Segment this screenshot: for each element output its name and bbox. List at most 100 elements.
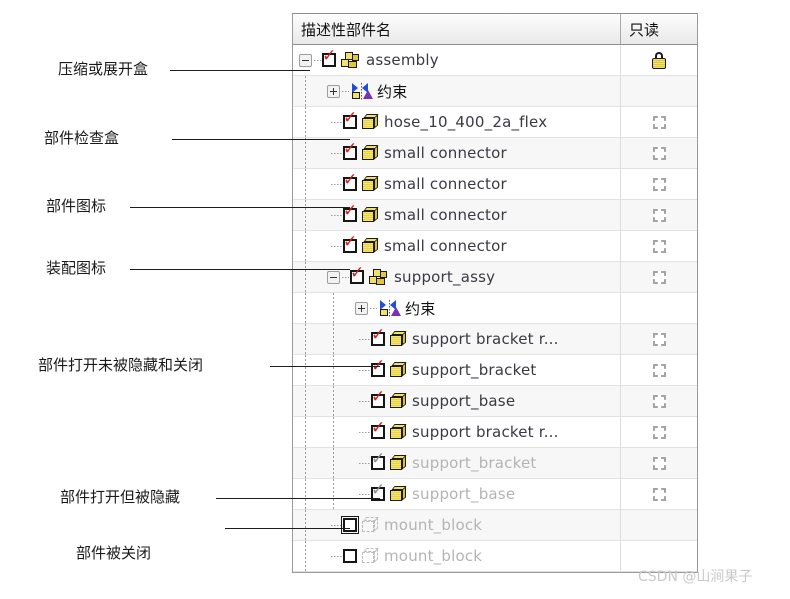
readonly-cell[interactable] bbox=[621, 262, 697, 292]
tree-node-cell[interactable]: ✓ small connector bbox=[293, 169, 621, 199]
tree-guide-line bbox=[305, 355, 306, 385]
table-row[interactable]: ✓ support_base bbox=[293, 479, 697, 510]
readonly-cell[interactable] bbox=[621, 169, 697, 199]
tree-guide-line bbox=[305, 76, 306, 106]
table-row[interactable]: ✓ hose_10_400_2a_flex bbox=[293, 107, 697, 138]
annotation-leader-extension-5 bbox=[292, 498, 380, 499]
table-row[interactable]: ✓ small connector bbox=[293, 169, 697, 200]
component-check-box[interactable]: ✓ bbox=[371, 420, 385, 439]
tree-connector-stub bbox=[331, 121, 342, 123]
readonly-cell[interactable] bbox=[621, 417, 697, 447]
component-check-box[interactable]: ✓ bbox=[343, 141, 357, 160]
readonly-placeholder-box[interactable] bbox=[652, 239, 666, 253]
readonly-cell[interactable] bbox=[621, 510, 697, 540]
tree-connector-stub bbox=[331, 524, 342, 526]
table-row[interactable]: 约束 bbox=[293, 76, 697, 107]
table-row[interactable]: ✓ support_bracket bbox=[293, 355, 697, 386]
tree-guide-line bbox=[305, 448, 306, 478]
tree-node-label: small connector bbox=[384, 237, 507, 255]
annotation-label-6: 部件被关闭 bbox=[76, 544, 152, 562]
readonly-placeholder-box[interactable] bbox=[652, 270, 666, 284]
readonly-cell[interactable] bbox=[621, 293, 697, 323]
readonly-cell[interactable] bbox=[621, 107, 697, 137]
part-icon bbox=[390, 393, 407, 409]
component-check-box[interactable]: ✓ bbox=[341, 516, 359, 534]
readonly-cell[interactable] bbox=[621, 448, 697, 478]
readonly-placeholder-box[interactable] bbox=[652, 208, 666, 222]
readonly-cell[interactable] bbox=[621, 479, 697, 509]
tree-node-cell[interactable]: ✓ support_bracket bbox=[293, 448, 621, 478]
table-row[interactable]: ✓ support bracket r... bbox=[293, 417, 697, 448]
table-row[interactable]: ✓ small connector bbox=[293, 138, 697, 169]
column-header-name[interactable]: 描述性部件名 bbox=[293, 14, 621, 44]
annotation-label-3: 装配图标 bbox=[46, 259, 107, 277]
tree-node-cell[interactable]: ✓ mount_block bbox=[293, 541, 621, 571]
tree-node-cell[interactable]: ✓ support_base bbox=[293, 479, 621, 509]
tree-node-cell[interactable]: ✓ support_base bbox=[293, 386, 621, 416]
table-row[interactable]: ✓ assembly bbox=[293, 45, 697, 76]
part-icon bbox=[362, 238, 379, 254]
tree-node-cell[interactable]: ✓ support_assy bbox=[293, 262, 621, 292]
tree-node-cell[interactable]: ✓ support_bracket bbox=[293, 355, 621, 385]
component-check-box[interactable]: ✓ bbox=[343, 234, 357, 253]
tree-node-cell[interactable]: ✓ small connector bbox=[293, 200, 621, 230]
table-row[interactable]: ✓ support_assy bbox=[293, 262, 697, 293]
table-row[interactable]: ✓ small connector bbox=[293, 200, 697, 231]
tree-node-cell[interactable]: ✓ assembly bbox=[293, 45, 621, 75]
part-icon bbox=[390, 362, 407, 378]
table-row[interactable]: ✓ support bracket r... bbox=[293, 324, 697, 355]
collapse-box[interactable] bbox=[299, 53, 312, 67]
tree-node-cell[interactable]: ✓ small connector bbox=[293, 231, 621, 261]
tree-node-cell[interactable]: ✓ support bracket r... bbox=[293, 324, 621, 354]
readonly-placeholder-box[interactable] bbox=[652, 146, 666, 160]
assembly-tree-table: 描述性部件名 只读 ✓ assembly 约束 ✓ hose_10_400_2a_fle… bbox=[292, 13, 698, 573]
tree-guide-line bbox=[333, 355, 334, 385]
component-check-box[interactable]: ✓ bbox=[371, 451, 385, 470]
readonly-placeholder-box[interactable] bbox=[652, 332, 666, 346]
readonly-placeholder-box[interactable] bbox=[652, 487, 666, 501]
readonly-cell[interactable] bbox=[621, 45, 697, 75]
readonly-cell[interactable] bbox=[621, 138, 697, 168]
assembly-icon bbox=[369, 268, 389, 286]
collapse-box[interactable] bbox=[327, 270, 340, 284]
assembly-icon bbox=[341, 51, 361, 69]
tree-node-cell[interactable]: ✓ mount_block bbox=[293, 510, 621, 540]
component-check-box[interactable]: ✓ bbox=[343, 110, 357, 129]
tree-node-cell[interactable]: 约束 bbox=[293, 293, 621, 323]
component-check-box[interactable]: ✓ bbox=[371, 327, 385, 346]
readonly-placeholder-box[interactable] bbox=[652, 115, 666, 129]
component-check-box[interactable]: ✓ bbox=[322, 48, 336, 67]
tree-node-cell[interactable]: ✓ small connector bbox=[293, 138, 621, 168]
table-row[interactable]: ✓ mount_block bbox=[293, 510, 697, 541]
readonly-cell[interactable] bbox=[621, 324, 697, 354]
component-check-box[interactable]: ✓ bbox=[343, 203, 357, 222]
tree-node-label: mount_block bbox=[384, 547, 483, 565]
tree-node-cell[interactable]: ✓ hose_10_400_2a_flex bbox=[293, 107, 621, 137]
tree-node-cell[interactable]: 约束 bbox=[293, 76, 621, 106]
readonly-cell[interactable] bbox=[621, 386, 697, 416]
table-row[interactable]: ✓ mount_block bbox=[293, 541, 697, 572]
expand-box[interactable] bbox=[327, 84, 340, 98]
component-check-box[interactable]: ✓ bbox=[343, 549, 357, 563]
readonly-placeholder-box[interactable] bbox=[652, 456, 666, 470]
column-header-readonly[interactable]: 只读 bbox=[621, 14, 697, 44]
readonly-placeholder-box[interactable] bbox=[652, 425, 666, 439]
readonly-cell[interactable] bbox=[621, 231, 697, 261]
readonly-placeholder-box[interactable] bbox=[652, 394, 666, 408]
readonly-placeholder-box[interactable] bbox=[652, 363, 666, 377]
table-row[interactable]: ✓ support_bracket bbox=[293, 448, 697, 479]
component-check-box[interactable]: ✓ bbox=[350, 265, 364, 284]
component-check-box[interactable]: ✓ bbox=[343, 172, 357, 191]
component-check-box[interactable]: ✓ bbox=[371, 389, 385, 408]
readonly-cell[interactable] bbox=[621, 76, 697, 106]
table-row[interactable]: ✓ small connector bbox=[293, 231, 697, 262]
tree-connector-stub bbox=[331, 152, 342, 154]
table-row[interactable]: 约束 bbox=[293, 293, 697, 324]
tree-connector-stub bbox=[370, 307, 377, 309]
readonly-cell[interactable] bbox=[621, 355, 697, 385]
tree-node-cell[interactable]: ✓ support bracket r... bbox=[293, 417, 621, 447]
table-row[interactable]: ✓ support_base bbox=[293, 386, 697, 417]
expand-box[interactable] bbox=[355, 301, 368, 315]
readonly-placeholder-box[interactable] bbox=[652, 177, 666, 191]
readonly-cell[interactable] bbox=[621, 200, 697, 230]
